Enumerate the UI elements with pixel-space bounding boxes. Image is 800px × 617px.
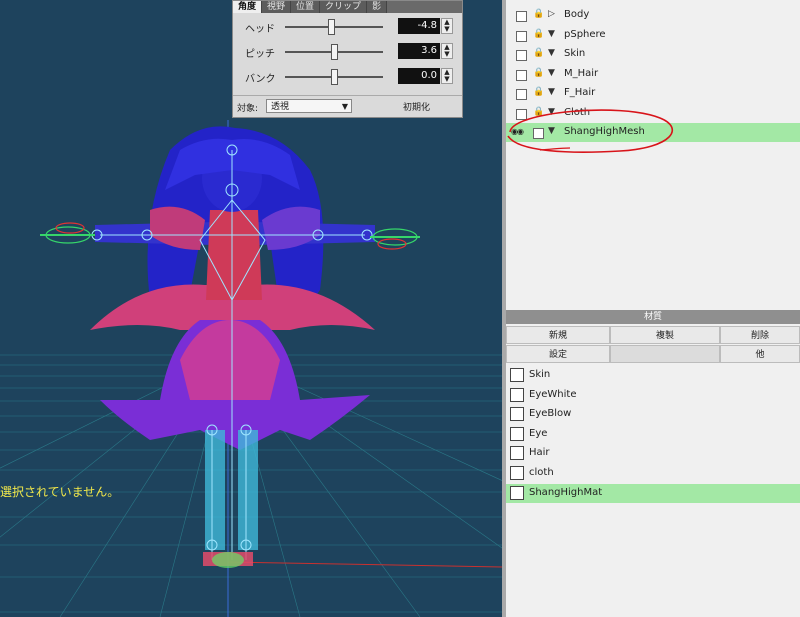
heading-slider-knob[interactable]: [328, 19, 336, 35]
visibility-checkbox[interactable]: [516, 11, 527, 22]
heading-value-field[interactable]: -4.8: [398, 18, 440, 34]
object-row[interactable]: 🔒 ▷ Body: [506, 6, 800, 25]
camera-target-bar: 対象: 透視 ▼ 初期化: [233, 95, 462, 118]
pitch-slider-knob[interactable]: [331, 44, 338, 60]
lock-icon[interactable]: 🔒: [533, 29, 544, 39]
pitch-row: ピッチ 3.6 ▲ ▼: [233, 41, 462, 63]
heading-label: ヘッド: [245, 24, 275, 35]
lock-icon[interactable]: 🔒: [533, 48, 544, 58]
material-row[interactable]: EyeWhite: [506, 386, 800, 405]
bank-row: バンク 0.0 ▲ ▼: [233, 66, 462, 88]
heading-spinner[interactable]: ▲ ▼: [441, 18, 453, 34]
visibility-checkbox[interactable]: [516, 50, 527, 61]
tab-shadow[interactable]: 影: [367, 1, 388, 13]
material-checkbox[interactable]: [510, 446, 524, 461]
material-name: cloth: [529, 467, 554, 478]
material-settings-button[interactable]: 設定: [506, 345, 610, 363]
material-checkbox[interactable]: [510, 368, 524, 382]
visibility-checkbox[interactable]: [516, 30, 527, 42]
new-material-button[interactable]: 新規: [506, 326, 610, 344]
material-blank-button: [610, 345, 720, 363]
chevron-down-icon: ▼: [341, 102, 348, 111]
pitch-value-field[interactable]: 3.6: [398, 43, 440, 59]
object-name: M_Hair: [564, 67, 599, 79]
object-row[interactable]: 🔒 ▼ M_Hair: [506, 65, 800, 84]
material-name: Eye: [529, 427, 548, 439]
material-checkbox[interactable]: [510, 407, 524, 422]
visibility-checkbox[interactable]: [516, 89, 527, 100]
no-selection-message: 選択されていません。: [0, 485, 120, 499]
material-checkbox[interactable]: [510, 387, 524, 402]
pitch-label: ピッチ: [245, 49, 275, 60]
expand-down-icon[interactable]: ▼: [548, 29, 555, 39]
lock-icon[interactable]: 🔒: [533, 68, 544, 78]
delete-material-button[interactable]: 削除: [720, 326, 800, 344]
material-panel: 材質 新規 複製 削除 設定 他 Skin EyeWhite EyeBlow Eye H…: [502, 310, 800, 617]
material-name: EyeWhite: [529, 388, 577, 400]
tab-fov[interactable]: 視野: [262, 1, 292, 13]
tab-clip[interactable]: クリップ: [320, 1, 368, 13]
material-name: ShangHighMat: [529, 486, 603, 498]
object-name: F_Hair: [564, 87, 596, 98]
object-name: pSphere: [564, 28, 606, 40]
bank-label: バンク: [245, 74, 276, 85]
expand-right-icon[interactable]: ▷: [548, 9, 555, 19]
material-row[interactable]: Skin: [506, 366, 800, 385]
material-row[interactable]: EyeBlow: [506, 405, 800, 424]
expand-down-icon[interactable]: ▼: [548, 48, 555, 58]
lock-icon[interactable]: 🔒: [533, 87, 544, 97]
target-select-value: 透視: [271, 102, 290, 112]
copy-material-button[interactable]: 複製: [610, 326, 720, 344]
camera-panel: 角度 視野 位置 クリップ 影 ヘッド -4.8 ▲ ▼ ピッチ 3.6 ▲ ▼ バ…: [232, 0, 463, 118]
object-row[interactable]: 🔒 ▼ pSphere: [506, 26, 800, 45]
object-name: Body: [564, 9, 590, 20]
material-row[interactable]: Hair: [506, 444, 800, 463]
material-name: EyeBlow: [529, 408, 572, 420]
material-header: 材質: [506, 310, 800, 324]
material-row[interactable]: ShangHighMat: [506, 483, 800, 503]
heading-row: ヘッド -4.8 ▲ ▼: [233, 16, 462, 38]
bank-slider-knob[interactable]: [331, 69, 338, 85]
lock-icon[interactable]: 🔒: [533, 9, 544, 19]
bank-value-field[interactable]: 0.0: [398, 68, 440, 84]
pitch-spinner[interactable]: ▲ ▼: [441, 43, 453, 59]
red-annotation-circle: [507, 109, 673, 153]
reset-button[interactable]: 初期化: [403, 100, 430, 113]
camera-tabs: 角度 視野 位置 クリップ 影: [233, 1, 462, 13]
tab-angle[interactable]: 角度: [233, 1, 263, 13]
object-name: Skin: [564, 48, 586, 59]
target-label: 対象:: [237, 104, 259, 114]
expand-down-icon[interactable]: ▼: [548, 68, 555, 78]
material-checkbox[interactable]: [510, 485, 524, 500]
material-checkbox[interactable]: [510, 466, 524, 480]
expand-down-icon[interactable]: ▼: [548, 87, 555, 97]
object-list-panel: 🔒 ▷ Body 🔒 ▼ pSphere 🔒 ▼ Skin 🔒 ▼ M_Hair 🔒 ▼ F_Hair 🔒 ▼ C…: [502, 0, 800, 310]
object-row[interactable]: 🔒 ▼ Skin: [506, 45, 800, 64]
material-row[interactable]: cloth: [506, 464, 800, 483]
material-checkbox[interactable]: [510, 426, 524, 441]
target-select[interactable]: 透視 ▼: [266, 99, 352, 113]
bank-spinner[interactable]: ▲ ▼: [441, 68, 453, 84]
tab-position[interactable]: 位置: [291, 1, 321, 13]
material-row[interactable]: Eye: [506, 425, 800, 444]
visibility-checkbox[interactable]: [516, 69, 527, 81]
material-name: Skin: [529, 369, 551, 380]
material-other-button[interactable]: 他: [720, 345, 800, 363]
object-row[interactable]: 🔒 ▼ F_Hair: [506, 84, 800, 103]
material-name: Hair: [529, 447, 550, 459]
